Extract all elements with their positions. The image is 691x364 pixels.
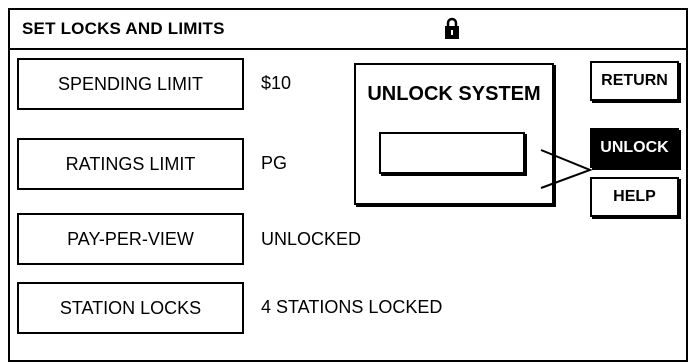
help-label: HELP xyxy=(613,188,656,205)
unlock-button[interactable]: UNLOCK xyxy=(590,128,679,168)
help-button[interactable]: HELP xyxy=(590,177,679,217)
unlock-label: UNLOCK xyxy=(600,139,669,156)
callout-connector xyxy=(540,149,593,189)
return-button[interactable]: RETURN xyxy=(590,61,679,101)
return-label: RETURN xyxy=(601,72,668,89)
